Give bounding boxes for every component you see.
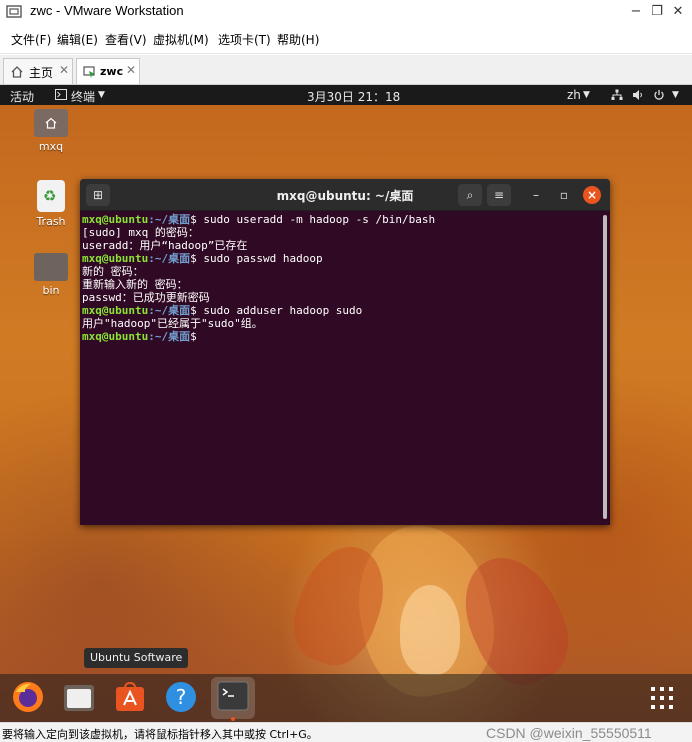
menu-bar: 文件(F) 编辑(E) 查看(V) 虚拟机(M) 选项卡(T) 帮助(H) (0, 24, 692, 54)
menu-vm[interactable]: 虚拟机(M) (153, 31, 209, 48)
firefox-icon (13, 682, 43, 712)
dock-item-firefox[interactable] (6, 677, 50, 719)
terminal-output-line: 重新输入新的 密码： (82, 278, 188, 291)
menu-edit[interactable]: 编辑(E) (57, 31, 98, 48)
menu-tabs[interactable]: 选项卡(T) (218, 31, 271, 48)
clock[interactable]: 3月30日 21：18 (307, 88, 400, 105)
terminal-command-line: mxq@ubuntu:~/桌面$ sudo passwd hadoop (82, 252, 600, 265)
terminal-output-line: useradd：用户“hadoop”已存在 (82, 239, 248, 252)
terminal-command-line: mxq@ubuntu:~/桌面$ sudo adduser hadoop sud… (82, 304, 600, 317)
tab-zwc[interactable]: zwc ✕ (76, 58, 140, 84)
status-message: 要将输入定向到该虚拟机，请将鼠标指针移入其中或按 Ctrl+G。 (2, 728, 318, 741)
help-icon: ? (166, 682, 196, 712)
power-icon[interactable] (653, 89, 665, 101)
prompt-sign: $ (190, 304, 197, 317)
gnome-top-bar: 活动 终端 ▼ 3月30日 21：18 zh ▼ ▼ (0, 85, 692, 105)
vmware-status-bar: 要将输入定向到该虚拟机，请将鼠标指针移入其中或按 Ctrl+G。 CSDN @w… (0, 722, 692, 742)
dock: ? (0, 674, 692, 722)
desktop-icon-label: mxq (38, 140, 64, 153)
menu-file[interactable]: 文件(F) (11, 31, 51, 48)
vm-tab-bar: 主页 ✕ zwc ✕ (0, 55, 692, 85)
dock-tooltip: Ubuntu Software (84, 648, 189, 668)
close-button[interactable]: ✕ (666, 2, 690, 22)
prompt-sign: $ (190, 252, 197, 265)
app-menu[interactable]: 终端 (71, 88, 95, 105)
terminal-header-bar[interactable]: ⊞ mxq@ubuntu: ~/桌面 ⌕ ≡ – ▫ × (80, 179, 610, 211)
prompt-path: :~/桌面 (148, 304, 191, 317)
vmware-title-bar: zwc - VMware Workstation − ❐ ✕ (0, 0, 692, 24)
terminal-output-line: 用户"hadoop"已经属于"sudo"组。 (82, 317, 263, 330)
desktop-icon-mxq[interactable]: mxq (28, 109, 74, 153)
tab-zwc-close-icon[interactable]: ✕ (126, 63, 136, 77)
prompt-path: :~/桌面 (148, 213, 191, 226)
dock-item-help[interactable]: ? (159, 677, 203, 719)
tab-home[interactable]: 主页 ✕ (3, 58, 73, 84)
tab-home-label: 主页 (29, 66, 54, 80)
terminal-output[interactable]: mxq@ubuntu:~/桌面$ sudo useradd -m hadoop … (82, 213, 600, 343)
terminal-maximize-button[interactable]: ▫ (555, 186, 573, 204)
command-text: sudo useradd -m hadoop -s /bin/bash (196, 213, 436, 226)
desktop-icon-label: Trash (36, 215, 66, 228)
guest-desktop[interactable]: 活动 终端 ▼ 3月30日 21：18 zh ▼ ▼ mxq ♻ Trash b… (0, 85, 692, 722)
ubuntu-software-icon (116, 681, 144, 711)
network-icon[interactable] (611, 89, 623, 101)
activities-button[interactable]: 活动 (10, 88, 34, 105)
prompt-user: mxq@ubuntu (82, 252, 149, 265)
desktop-icon-trash[interactable]: ♻ Trash (28, 180, 74, 228)
tab-home-close-icon[interactable]: ✕ (59, 63, 69, 77)
command-text: sudo passwd hadoop (196, 252, 323, 265)
terminal-output-line: 新的 密码： (82, 265, 144, 278)
vmware-app-icon (6, 5, 22, 18)
prompt-user: mxq@ubuntu (82, 330, 149, 343)
running-indicator (231, 717, 235, 721)
show-applications-icon[interactable] (650, 686, 674, 710)
prompt-sign: $ (190, 330, 197, 343)
prompt-path: :~/桌面 (148, 252, 191, 265)
command-text: sudo adduser hadoop sudo (196, 304, 363, 317)
terminal-output-line: passwd：已成功更新密码 (82, 291, 210, 304)
home-folder-icon (34, 109, 68, 137)
svg-text:?: ? (176, 685, 187, 709)
system-menu-chevron-icon: ▼ (672, 90, 679, 100)
terminal-icon (217, 681, 249, 711)
terminal-output-line: [sudo] mxq 的密码： (82, 226, 199, 239)
terminal-window[interactable]: ⊞ mxq@ubuntu: ~/桌面 ⌕ ≡ – ▫ × mxq@ubuntu:… (80, 179, 610, 525)
tab-zwc-label: zwc (100, 65, 124, 78)
volume-icon[interactable] (632, 89, 644, 101)
files-icon (64, 685, 94, 711)
terminal-close-button[interactable]: × (583, 186, 601, 204)
prompt-user: mxq@ubuntu (82, 213, 149, 226)
wallpaper-flame (400, 585, 460, 675)
menu-view[interactable]: 查看(V) (105, 31, 147, 48)
search-icon[interactable]: ⌕ (458, 184, 482, 206)
folder-icon (34, 253, 68, 281)
desktop-icon-bin[interactable]: bin (28, 253, 74, 297)
menu-help[interactable]: 帮助(H) (277, 31, 319, 48)
prompt-path: :~/桌面 (148, 330, 191, 343)
terminal-command-line: mxq@ubuntu:~/桌面$ sudo useradd -m hadoop … (82, 213, 600, 226)
terminal-scrollbar[interactable] (603, 215, 607, 519)
input-method-chevron-icon: ▼ (583, 90, 590, 100)
trash-icon: ♻ (37, 180, 65, 212)
watermark: CSDN @weixin_55550511 (486, 725, 652, 741)
terminal-minimize-button[interactable]: – (527, 186, 545, 204)
dock-item-files[interactable] (57, 677, 101, 719)
dock-item-terminal[interactable] (211, 677, 255, 721)
home-icon (11, 66, 23, 78)
prompt-user: mxq@ubuntu (82, 304, 149, 317)
input-method[interactable]: zh (567, 88, 581, 102)
terminal-app-icon (55, 89, 67, 100)
prompt-sign: $ (190, 213, 197, 226)
hamburger-menu-icon[interactable]: ≡ (487, 184, 511, 206)
terminal-command-line: mxq@ubuntu:~/桌面$ (82, 330, 600, 343)
vm-icon (83, 66, 95, 78)
window-title: zwc - VMware Workstation (30, 3, 184, 18)
dock-item-ubuntu-software[interactable] (108, 677, 152, 719)
app-menu-chevron-icon: ▼ (98, 90, 105, 100)
desktop-icon-label: bin (42, 284, 60, 297)
